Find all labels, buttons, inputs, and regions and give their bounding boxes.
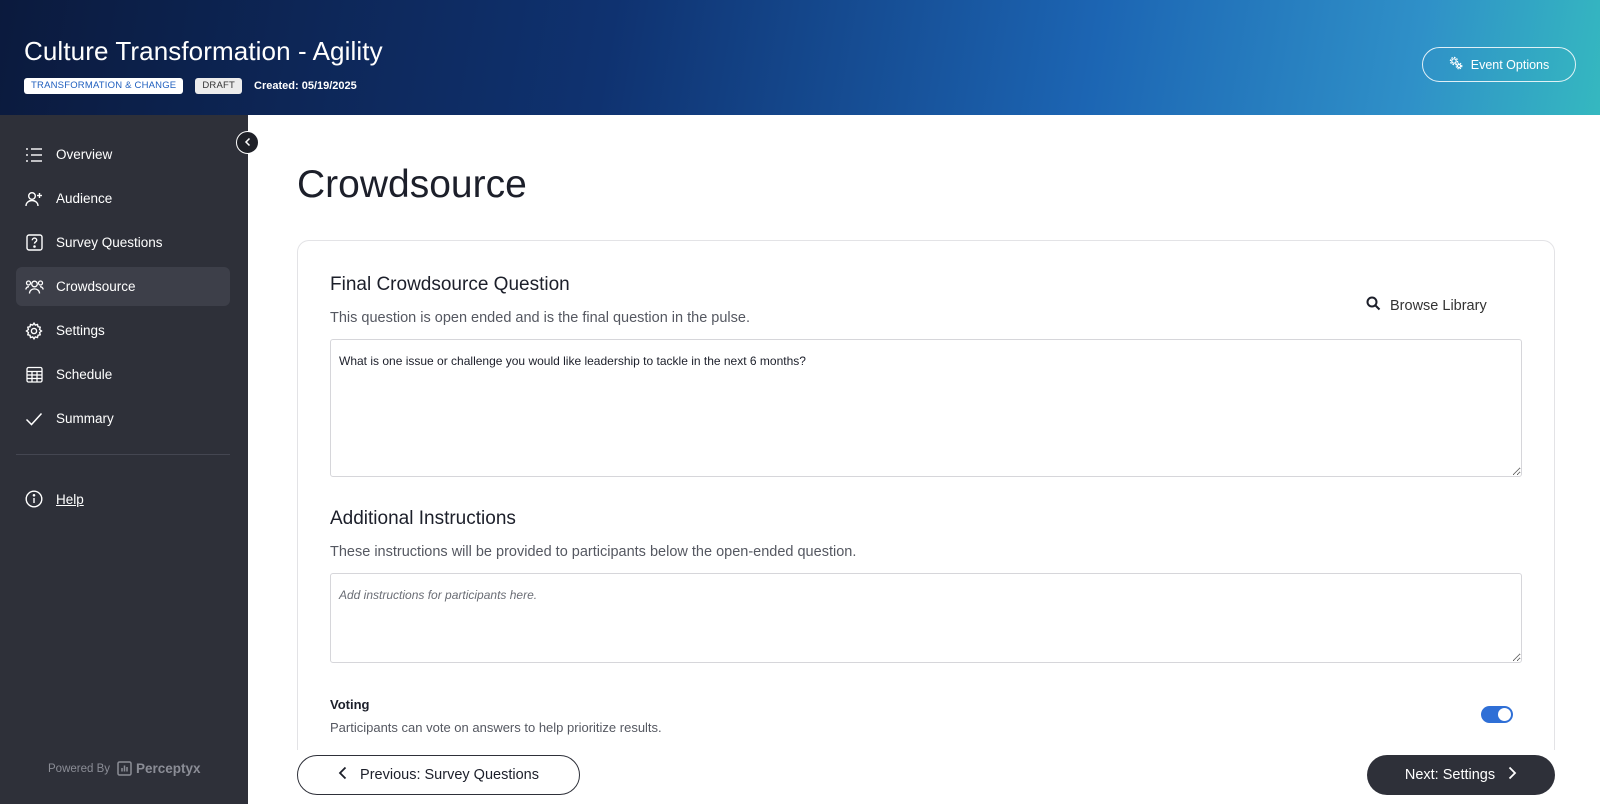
event-options-button[interactable]: Event Options [1422, 47, 1576, 82]
chevron-right-icon [1507, 766, 1517, 784]
crowdsource-question-input[interactable] [330, 339, 1522, 477]
calendar-icon [24, 365, 44, 385]
question-box-icon [24, 233, 44, 253]
chevron-left-icon [338, 766, 348, 784]
question-section-description: This question is open ended and is the f… [330, 310, 750, 326]
toggle-knob [1498, 708, 1511, 721]
gear-icon [24, 321, 44, 341]
event-header: Culture Transformation - Agility TRANSFO… [0, 0, 1600, 115]
previous-button[interactable]: Previous: Survey Questions [297, 755, 580, 795]
sidebar-item-audience[interactable]: Audience [16, 179, 230, 218]
sidebar-item-survey-questions[interactable]: Survey Questions [16, 223, 230, 262]
user-plus-icon [24, 189, 44, 209]
sidebar-divider [16, 454, 230, 455]
powered-by: Powered By Perceptyx [48, 761, 201, 776]
previous-button-label: Previous: Survey Questions [360, 767, 539, 783]
next-button-label: Next: Settings [1404, 767, 1496, 783]
check-icon [24, 409, 44, 429]
help-label: Help [56, 491, 84, 507]
browse-library-label: Browse Library [1390, 297, 1487, 314]
help-link[interactable]: Help [24, 489, 84, 509]
additional-instructions-input[interactable] [330, 573, 1522, 663]
instructions-section-title: Additional Instructions [330, 508, 516, 529]
event-title: Culture Transformation - Agility [24, 36, 383, 66]
collapse-sidebar-button[interactable] [236, 131, 259, 154]
sidebar-item-label: Survey Questions [56, 235, 163, 250]
instructions-section-description: These instructions will be provided to p… [330, 544, 857, 560]
chevron-left-icon [243, 134, 253, 152]
sidebar-item-label: Audience [56, 191, 113, 206]
event-meta: TRANSFORMATION & CHANGE DRAFT Created: 0… [24, 78, 357, 94]
sidebar-item-label: Settings [56, 323, 105, 338]
page-title: Crowdsource [297, 163, 527, 206]
sidebar-nav: Overview Audience Survey Questions Crowd… [16, 135, 230, 443]
sidebar-item-overview[interactable]: Overview [16, 135, 230, 174]
powered-by-label: Powered By [48, 762, 111, 775]
question-section-title: Final Crowdsource Question [330, 274, 570, 295]
perceptyx-logo: Perceptyx [117, 761, 201, 776]
sidebar-item-label: Summary [56, 411, 114, 426]
sidebar-item-schedule[interactable]: Schedule [16, 355, 230, 394]
users-icon [24, 277, 44, 297]
category-badge: TRANSFORMATION & CHANGE [24, 78, 184, 94]
sidebar-item-label: Schedule [56, 367, 113, 382]
voting-toggle[interactable] [1481, 706, 1513, 723]
sidebar-item-settings[interactable]: Settings [16, 311, 230, 350]
sidebar-item-crowdsource[interactable]: Crowdsource [16, 267, 230, 306]
sidebar-item-label: Overview [56, 147, 113, 162]
sidebar-item-summary[interactable]: Summary [16, 399, 230, 438]
voting-description: Participants can vote on answers to help… [330, 720, 662, 735]
created-date: Created: 05/19/2025 [254, 80, 357, 92]
list-icon [24, 145, 44, 165]
brand-name: Perceptyx [136, 761, 201, 776]
status-badge: DRAFT [195, 78, 243, 94]
perceptyx-logo-icon [117, 761, 132, 776]
settings-cogs-icon [1449, 56, 1463, 73]
next-button[interactable]: Next: Settings [1367, 755, 1555, 795]
browse-library-button[interactable]: Browse Library [1366, 296, 1487, 315]
search-icon [1366, 296, 1381, 315]
sidebar-item-label: Crowdsource [56, 279, 136, 294]
sidebar: Overview Audience Survey Questions Crowd… [0, 115, 248, 804]
voting-label: Voting [330, 697, 370, 712]
info-icon [24, 489, 44, 509]
event-options-label: Event Options [1470, 57, 1550, 72]
